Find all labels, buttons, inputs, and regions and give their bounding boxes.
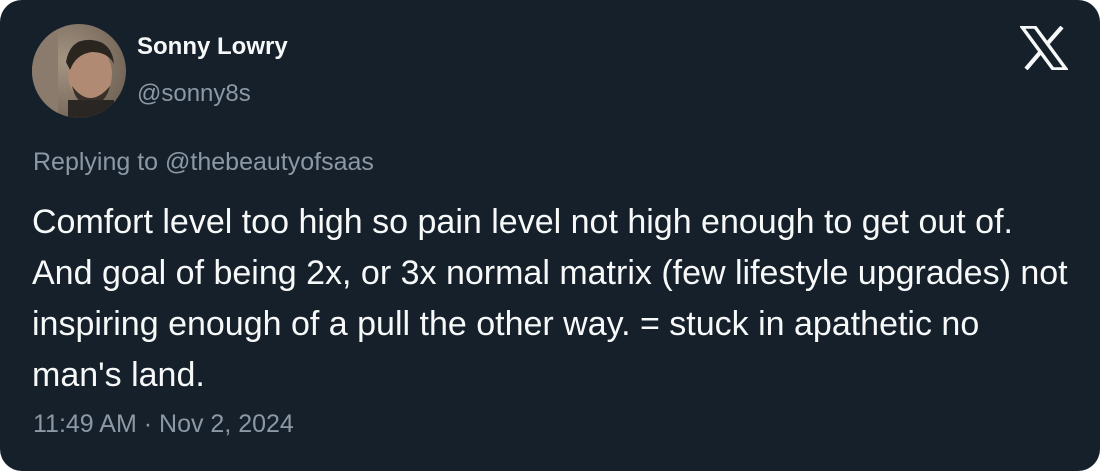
tweet-text: Comfort level too high so pain level not… <box>32 203 1068 394</box>
tweet-time: 11:49 AM <box>33 410 137 438</box>
avatar[interactable] <box>32 24 126 118</box>
tweet-timestamp[interactable]: 11:49 AM · Nov 2, 2024 <box>33 410 294 439</box>
author-handle[interactable]: @sonny8s <box>137 80 251 108</box>
profile-photo-icon <box>32 24 126 118</box>
reply-mention-link[interactable]: @thebeautyofsaas <box>165 148 374 176</box>
reply-prefix: Replying to <box>33 148 159 176</box>
tweet-card: Sonny Lowry @sonny8s Replying to @thebea… <box>0 0 1100 471</box>
x-logo-icon[interactable] <box>1018 25 1070 71</box>
reply-context: Replying to @thebeautyofsaas <box>33 148 374 177</box>
timestamp-separator: · <box>143 410 153 438</box>
author-name[interactable]: Sonny Lowry <box>137 33 288 61</box>
tweet-date: Nov 2, 2024 <box>159 410 294 438</box>
